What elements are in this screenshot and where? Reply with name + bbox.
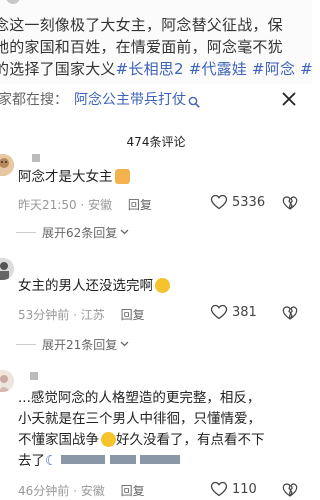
comment-line-2: 小夭就是在三个男人中徘徊，只懂情爱， — [18, 411, 261, 427]
close-icon — [282, 92, 296, 106]
comment-meta: 53分钟前 · 江苏 回复 — [18, 308, 145, 322]
caption-line-1: 念这一刻像极了大女主，阿念替父征战，保 — [0, 16, 283, 34]
comments-count: 474条评论 — [126, 135, 186, 149]
redacted-block — [61, 455, 106, 464]
comment-line-3: 不懂家国战争 好久没看了，有点看不下 — [18, 430, 308, 451]
moon-icon: ☾ — [45, 453, 58, 469]
dislike-button[interactable] — [282, 482, 298, 498]
comment-time: 昨天21:50 — [18, 198, 77, 212]
username[interactable] — [30, 372, 38, 380]
broken-heart-icon — [282, 306, 298, 320]
heart-icon — [210, 481, 228, 497]
caption-line-2: 她的家国和百姓，在情爱面前，阿念毫不犹 — [0, 38, 283, 56]
like-count: 381 — [232, 304, 257, 320]
chevron-down-icon — [120, 227, 129, 238]
redacted-block — [109, 455, 136, 464]
comments-sheet: 474条评论 阿念才是大女主 昨天21:50 · 安徽 回复 5336 展开62… — [0, 114, 312, 500]
close-button[interactable] — [278, 88, 300, 110]
avatar[interactable] — [0, 154, 14, 176]
redacted-block — [140, 455, 180, 464]
avatar[interactable] — [0, 370, 14, 392]
laughing-emoji-icon — [101, 432, 116, 447]
cat-emoji-icon — [114, 169, 130, 184]
like-button[interactable]: 381 — [210, 304, 257, 320]
avatar[interactable] — [0, 258, 14, 280]
comment-line-1: ...感觉阿念的人格塑造的更完整，相反， — [18, 390, 261, 406]
comment-meta: 昨天21:50 · 安徽 回复 — [18, 198, 152, 212]
broken-heart-icon — [282, 196, 298, 210]
comment-time: 53分钟前 — [18, 308, 70, 322]
like-button[interactable]: 5336 — [210, 194, 265, 210]
like-count: 110 — [232, 481, 257, 497]
search-query-link[interactable]: 阿念公主带兵打仗 — [74, 89, 186, 109]
comment-text-content: 女主的男人还没选完啊 — [18, 278, 153, 294]
search-prefix: 家都在搜： — [0, 92, 68, 108]
chevron-down-icon — [120, 339, 129, 350]
dislike-button[interactable] — [282, 195, 298, 211]
expand-label: 展开62条回复 — [42, 226, 118, 240]
like-button[interactable]: 110 — [210, 481, 257, 497]
comment-location: 安徽 — [88, 198, 113, 212]
comment-location: 安徽 — [80, 484, 105, 498]
like-count: 5336 — [232, 194, 266, 210]
comment-time: 46分钟前 — [18, 484, 70, 498]
username[interactable] — [32, 154, 40, 162]
reply-button[interactable]: 回复 — [121, 308, 145, 322]
video-caption: 念这一刻像极了大女主，阿念替父征战，保 她的家国和百姓，在情爱面前，阿念毫不犹 … — [0, 0, 312, 84]
expand-divider — [16, 344, 36, 345]
search-icon — [188, 93, 200, 108]
comment-text: ...感觉阿念的人格塑造的更完整，相反， 小夭就是在三个男人中徘徊，只懂情爱， … — [18, 388, 308, 472]
comment-line-4: 去了☾ — [18, 451, 308, 472]
expand-replies-button[interactable]: 展开62条回复 — [16, 224, 129, 241]
comment-location: 江苏 — [80, 308, 105, 322]
caption-text: 念这一刻像极了大女主，阿念替父征战，保 她的家国和百姓，在情爱面前，阿念毫不犹 … — [0, 14, 312, 80]
comment-text-content: 阿念才是大女主 — [18, 169, 113, 185]
author-avatar — [6, 0, 20, 4]
caption-line-3-text: 的选择了国家大义 — [0, 60, 116, 78]
search-suggestion-bar[interactable]: 家都在搜： 阿念公主带兵打仗 — [0, 84, 312, 114]
heart-icon — [210, 194, 228, 210]
expand-replies-button[interactable]: 展开21条回复 — [16, 336, 129, 353]
comment-text: 女主的男人还没选完啊 — [18, 276, 308, 297]
comment-line-4-text: 去了 — [18, 453, 45, 469]
caption-hashtags[interactable]: #长相思2 #代露娃 #阿念 # — [116, 60, 312, 78]
comment-line-3-b: 好久没看了，有点看不下 — [116, 432, 265, 448]
dislike-button[interactable] — [282, 305, 298, 321]
sad-face-emoji-icon — [155, 278, 170, 293]
heart-icon — [210, 304, 228, 320]
broken-heart-icon — [282, 483, 298, 497]
comment-text: 阿念才是大女主 — [18, 167, 308, 188]
reply-button[interactable]: 回复 — [121, 484, 145, 498]
caption-line-3: 的选择了国家大义#长相思2 #代露娃 #阿念 # — [0, 58, 312, 80]
expand-divider — [16, 232, 36, 233]
comment-line-3-a: 不懂家国战争 — [18, 432, 99, 448]
comment-meta: 46分钟前 · 安徽 回复 — [18, 484, 145, 498]
reply-button[interactable]: 回复 — [128, 198, 152, 212]
expand-label: 展开21条回复 — [42, 338, 118, 352]
